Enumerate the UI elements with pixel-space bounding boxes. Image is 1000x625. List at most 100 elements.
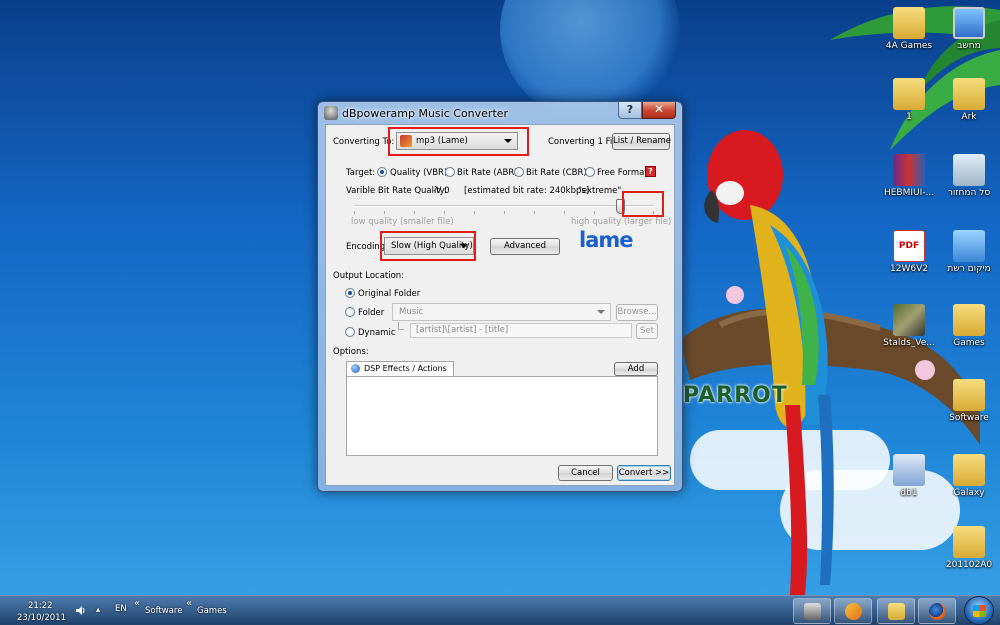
desktop-icon[interactable]: Ark: [940, 74, 998, 136]
slider-max-label: high quality (larger file): [571, 217, 672, 227]
start-button[interactable]: [964, 596, 994, 625]
help-button[interactable]: ?: [618, 102, 642, 119]
target-radio-abr[interactable]: [445, 167, 455, 177]
lame-logo-text: lame: [579, 228, 633, 252]
clock-time[interactable]: 21:22: [28, 601, 53, 611]
toolbar-item-games[interactable]: Games: [197, 606, 227, 616]
desktop-icon[interactable]: Games: [940, 300, 998, 362]
chevron-down-icon: [504, 139, 512, 143]
desktop-icon[interactable]: Software: [940, 375, 998, 437]
slider-tick: [653, 211, 654, 214]
folder-icon: [888, 603, 905, 620]
computer-icon: [953, 7, 985, 39]
folder-icon: [893, 78, 925, 110]
advanced-button[interactable]: Advanced: [490, 238, 560, 255]
output-radio-folder[interactable]: [345, 307, 355, 317]
slider-min-label: low quality (smaller file): [351, 217, 454, 227]
taskbar-app-media-player[interactable]: [834, 598, 872, 624]
folder-icon: [953, 379, 985, 411]
window-title: dBpoweramp Music Converter: [342, 107, 509, 120]
tab-dsp-effects[interactable]: DSP Effects / Actions: [346, 361, 454, 376]
original-folder-label: Original Folder: [358, 289, 421, 299]
target-radio-cbr[interactable]: [514, 167, 524, 177]
volume-icon[interactable]: [76, 605, 86, 616]
desktop-icon-label: 1: [906, 112, 912, 122]
slider-tick: [444, 211, 445, 214]
target-radio-vbr[interactable]: [377, 167, 387, 177]
target-option-label: Bit Rate (CBR): [526, 168, 587, 178]
target-radio-free-format[interactable]: [585, 167, 595, 177]
converting-to-label: Converting To:: [333, 137, 395, 147]
browse-button[interactable]: Browse...: [616, 304, 658, 321]
tab-dsp-effects-label: DSP Effects / Actions: [364, 364, 447, 373]
taskbar: 21:22 23/10/2011 ▴ EN « Software « Games: [0, 595, 1000, 625]
slider-tick: [474, 211, 475, 214]
taskbar-app-explorer[interactable]: [877, 598, 915, 624]
estimated-bitrate: [estimated bit rate: 240kbps]: [464, 186, 590, 196]
window-client: Converting To: mp3 (Lame) Converting 1 F…: [325, 124, 675, 486]
desktop-icon[interactable]: מחשב: [940, 3, 998, 65]
desktop-icons: 4A Games מחשב 1 Ark HEBMIUI-... סל המחזו…: [880, 0, 1000, 590]
quality-slider[interactable]: [354, 197, 654, 219]
add-button[interactable]: Add: [614, 362, 658, 376]
format-dropdown-value: mp3 (Lame): [416, 136, 468, 146]
folder-dropdown[interactable]: Music: [392, 303, 611, 321]
toolbar-chevron-icon[interactable]: «: [186, 598, 192, 609]
target-option-label: Free Format: [597, 168, 648, 178]
folder-icon: [953, 78, 985, 110]
firefox-icon: [929, 603, 946, 620]
slider-tick: [564, 211, 565, 214]
desktop-icon-label: Games: [953, 338, 985, 348]
dynamic-path-input[interactable]: [artist]\[artist] - [title]: [410, 323, 632, 338]
format-dropdown[interactable]: mp3 (Lame): [396, 132, 518, 150]
convert-button[interactable]: Convert >>: [617, 465, 671, 481]
title-bar[interactable]: dBpoweramp Music Converter ? ✕: [318, 102, 682, 124]
close-button[interactable]: ✕: [642, 102, 676, 119]
toolbar-item-software[interactable]: Software: [145, 606, 182, 616]
desktop-icon[interactable]: db1: [880, 450, 938, 512]
desktop-icon[interactable]: 1: [880, 74, 938, 136]
slider-tick: [594, 211, 595, 214]
target-label: Target:: [346, 168, 376, 178]
dynamic-connector: [398, 322, 404, 330]
dsp-effects-list[interactable]: [346, 376, 658, 456]
desktop-icon[interactable]: HEBMIUI-...: [880, 150, 938, 212]
folder-icon: [953, 454, 985, 486]
show-hidden-icons-icon[interactable]: ▴: [96, 605, 100, 615]
desktop-icon-label: Software: [949, 413, 989, 423]
list-rename-button[interactable]: List / Rename: [612, 133, 671, 150]
output-radio-original-folder[interactable]: [345, 288, 355, 298]
desktop-icon[interactable]: Stalds_Ve...: [880, 300, 938, 362]
set-button[interactable]: Set: [636, 323, 658, 339]
desktop-icon[interactable]: מיקום רשת: [940, 226, 998, 288]
language-indicator[interactable]: EN: [115, 604, 127, 614]
desktop-icon[interactable]: 4A Games: [880, 3, 938, 65]
cancel-button[interactable]: Cancel: [558, 465, 613, 481]
desktop-icon[interactable]: סל המחזור: [940, 150, 998, 212]
toolbar-chevron-icon[interactable]: «: [134, 598, 140, 609]
desktop-icon-label: מיקום רשת: [947, 264, 991, 274]
encoding-dropdown[interactable]: Slow (High Quality): [384, 237, 474, 255]
dynamic-label: Dynamic: [358, 328, 396, 338]
recycle-bin-icon: [953, 154, 985, 186]
desktop-icon[interactable]: 201102A0: [940, 522, 998, 584]
wallpaper-parrot-text: PARROT: [683, 383, 788, 408]
slider-tick: [504, 211, 505, 214]
desktop-icon[interactable]: Galaxy: [940, 450, 998, 512]
folder-label: Folder: [358, 308, 385, 318]
speaker-app-icon: [804, 603, 821, 620]
desktop-icon-label: 12W6V2: [890, 264, 928, 274]
desktop-icon-label: סל המחזור: [947, 188, 991, 198]
clock-date[interactable]: 23/10/2011: [17, 613, 66, 623]
app-icon: [324, 106, 338, 120]
slider-thumb[interactable]: [616, 199, 625, 214]
rar-archive-icon: [893, 154, 925, 186]
vbr-quality-value: -V 0: [433, 186, 450, 196]
taskbar-app-dbpoweramp[interactable]: [793, 598, 831, 624]
output-radio-dynamic[interactable]: [345, 327, 355, 337]
desktop-icon[interactable]: PDF 12W6V2: [880, 226, 938, 288]
taskbar-app-firefox[interactable]: [918, 598, 956, 624]
target-option-label: Bit Rate (ABR): [457, 168, 518, 178]
help-icon[interactable]: ?: [645, 166, 656, 177]
chevron-down-icon: [460, 244, 468, 248]
